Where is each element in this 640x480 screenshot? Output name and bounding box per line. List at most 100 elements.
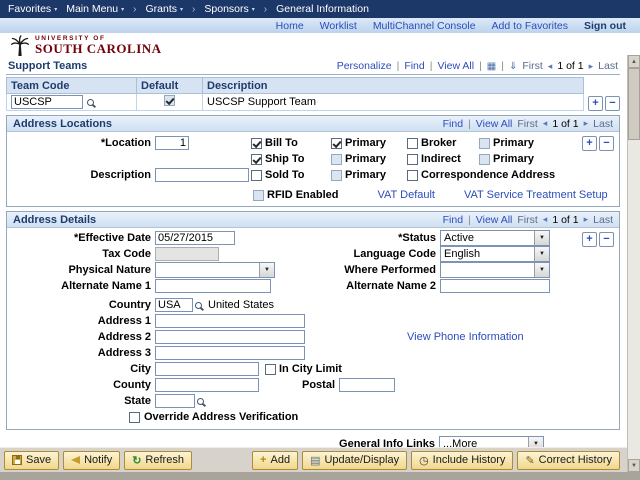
lookup-icon[interactable] xyxy=(195,302,202,309)
rfid-enabled-checkbox[interactable] xyxy=(253,190,264,201)
previous-row-icon[interactable]: ◂ xyxy=(548,61,553,72)
last-label[interactable]: Last xyxy=(598,60,618,72)
breadcrumb-grants[interactable]: Grants ▾ xyxy=(146,3,184,15)
view-all-link[interactable]: View All xyxy=(476,118,513,130)
state-input[interactable] xyxy=(155,394,195,408)
next-row-icon[interactable]: ▸ xyxy=(589,61,594,72)
in-city-limit-checkbox[interactable] xyxy=(265,364,276,375)
lookup-icon[interactable] xyxy=(87,99,94,106)
first-label[interactable]: First xyxy=(517,214,537,226)
primary-ship-label: Primary xyxy=(345,153,386,165)
breadcrumb-sponsors[interactable]: Sponsors ▾ xyxy=(204,3,254,15)
delete-row-button[interactable]: − xyxy=(599,136,614,151)
scroll-up-icon[interactable]: ▲ xyxy=(628,55,640,68)
personalize-link[interactable]: Personalize xyxy=(337,60,392,72)
home-link[interactable]: Home xyxy=(276,20,304,32)
first-label[interactable]: First xyxy=(522,60,542,72)
physical-nature-select[interactable]: ▼ xyxy=(155,262,275,278)
description-input[interactable] xyxy=(155,168,249,182)
indirect-checkbox[interactable] xyxy=(407,154,418,165)
add-row-button[interactable]: + xyxy=(588,96,603,111)
where-performed-select[interactable]: ▼ xyxy=(440,262,550,278)
chevron-down-icon: ▾ xyxy=(180,6,183,13)
first-label[interactable]: First xyxy=(517,118,537,130)
effective-date-input[interactable] xyxy=(155,231,235,245)
support-teams-table: Team Code Default Description xyxy=(6,77,584,111)
primary-broker-checkbox[interactable] xyxy=(479,138,490,149)
alternate-name-1-input[interactable] xyxy=(155,279,271,293)
correct-history-button[interactable]: ✎ Correct History xyxy=(517,451,620,470)
last-label[interactable]: Last xyxy=(593,214,613,226)
default-checkbox[interactable] xyxy=(164,95,175,106)
primary-bill-checkbox[interactable] xyxy=(331,138,342,149)
find-link[interactable]: Find xyxy=(404,60,424,72)
university-logo: UNIVERSITY OF SOUTH CAROLINA xyxy=(35,35,162,57)
previous-row-icon[interactable]: ◂ xyxy=(543,118,548,129)
lookup-icon[interactable] xyxy=(197,398,204,405)
next-row-icon[interactable]: ▸ xyxy=(584,214,589,225)
sign-out-link[interactable]: Sign out xyxy=(584,20,626,32)
find-link[interactable]: Find xyxy=(443,118,463,130)
status-select[interactable]: Active ▼ xyxy=(440,230,550,246)
ship-to-checkbox[interactable] xyxy=(251,154,262,165)
language-code-select[interactable]: English ▼ xyxy=(440,246,550,262)
language-code-label: Language Code xyxy=(292,248,440,260)
primary-sold-checkbox[interactable] xyxy=(331,170,342,181)
address-2-input[interactable] xyxy=(155,330,305,344)
refresh-button[interactable]: ↻ Refresh xyxy=(124,451,192,470)
correct-history-icon: ✎ xyxy=(525,454,534,467)
address-1-input[interactable] xyxy=(155,314,305,328)
col-team-code: Team Code xyxy=(7,78,137,94)
notify-button[interactable]: Notify xyxy=(63,451,120,470)
add-row-button[interactable]: + xyxy=(582,136,597,151)
previous-row-icon[interactable]: ◂ xyxy=(543,214,548,225)
separator: | xyxy=(468,118,471,130)
address-3-input[interactable] xyxy=(155,346,305,360)
county-input[interactable] xyxy=(155,378,259,392)
find-link[interactable]: Find xyxy=(443,214,463,226)
vat-default-link[interactable]: VAT Default xyxy=(378,189,435,201)
team-code-input[interactable] xyxy=(11,95,83,109)
include-history-button[interactable]: ◷ Include History xyxy=(411,451,513,470)
alternate-name-2-label: Alternate Name 2 xyxy=(292,280,440,292)
override-address-verification-checkbox[interactable] xyxy=(129,412,140,423)
grid-icon[interactable]: ▦ xyxy=(487,61,496,72)
update-display-label: Update/Display xyxy=(324,454,399,466)
breadcrumb-separator: › xyxy=(264,4,267,15)
view-all-link[interactable]: View All xyxy=(437,60,474,72)
alternate-name-2-input[interactable] xyxy=(440,279,550,293)
delete-row-button[interactable]: − xyxy=(605,96,620,111)
download-to-excel-icon[interactable]: ⇓ xyxy=(509,61,517,72)
last-label[interactable]: Last xyxy=(593,118,613,130)
next-row-icon[interactable]: ▸ xyxy=(584,118,589,129)
save-button[interactable]: Save xyxy=(4,451,59,470)
main-menu[interactable]: Main Menu ▾ xyxy=(66,3,124,15)
address-details-title: Address Details xyxy=(13,214,96,226)
view-all-link[interactable]: View All xyxy=(476,214,513,226)
city-input[interactable] xyxy=(155,362,259,376)
postal-input[interactable] xyxy=(339,378,395,392)
multichannel-console-link[interactable]: MultiChannel Console xyxy=(373,20,476,32)
breadcrumb-current: General Information xyxy=(276,3,369,15)
update-display-button[interactable]: ▤ Update/Display xyxy=(302,451,407,470)
worklist-link[interactable]: Worklist xyxy=(320,20,357,32)
add-to-favorites-link[interactable]: Add to Favorites xyxy=(492,20,568,32)
sold-to-checkbox[interactable] xyxy=(251,170,262,181)
bill-to-checkbox[interactable] xyxy=(251,138,262,149)
scroll-down-icon[interactable]: ▼ xyxy=(628,459,640,472)
broker-checkbox[interactable] xyxy=(407,138,418,149)
chevron-down-icon: ▼ xyxy=(534,247,549,261)
primary-ship-checkbox[interactable] xyxy=(331,154,342,165)
location-label: *Location xyxy=(7,137,155,149)
favorites-menu[interactable]: Favorites ▾ xyxy=(8,3,57,15)
correspondence-address-checkbox[interactable] xyxy=(407,170,418,181)
location-input[interactable] xyxy=(155,136,189,150)
view-phone-information-link[interactable]: View Phone Information xyxy=(407,331,524,343)
scrollbar-thumb[interactable] xyxy=(628,68,640,140)
add-button[interactable]: + Add xyxy=(252,451,298,470)
primary-sold-label: Primary xyxy=(345,169,386,181)
vertical-scrollbar[interactable]: ▲ ▼ xyxy=(627,55,640,472)
primary-indirect-checkbox[interactable] xyxy=(479,154,490,165)
country-input[interactable] xyxy=(155,298,193,312)
vat-service-treatment-setup-link[interactable]: VAT Service Treatment Setup xyxy=(464,189,608,201)
